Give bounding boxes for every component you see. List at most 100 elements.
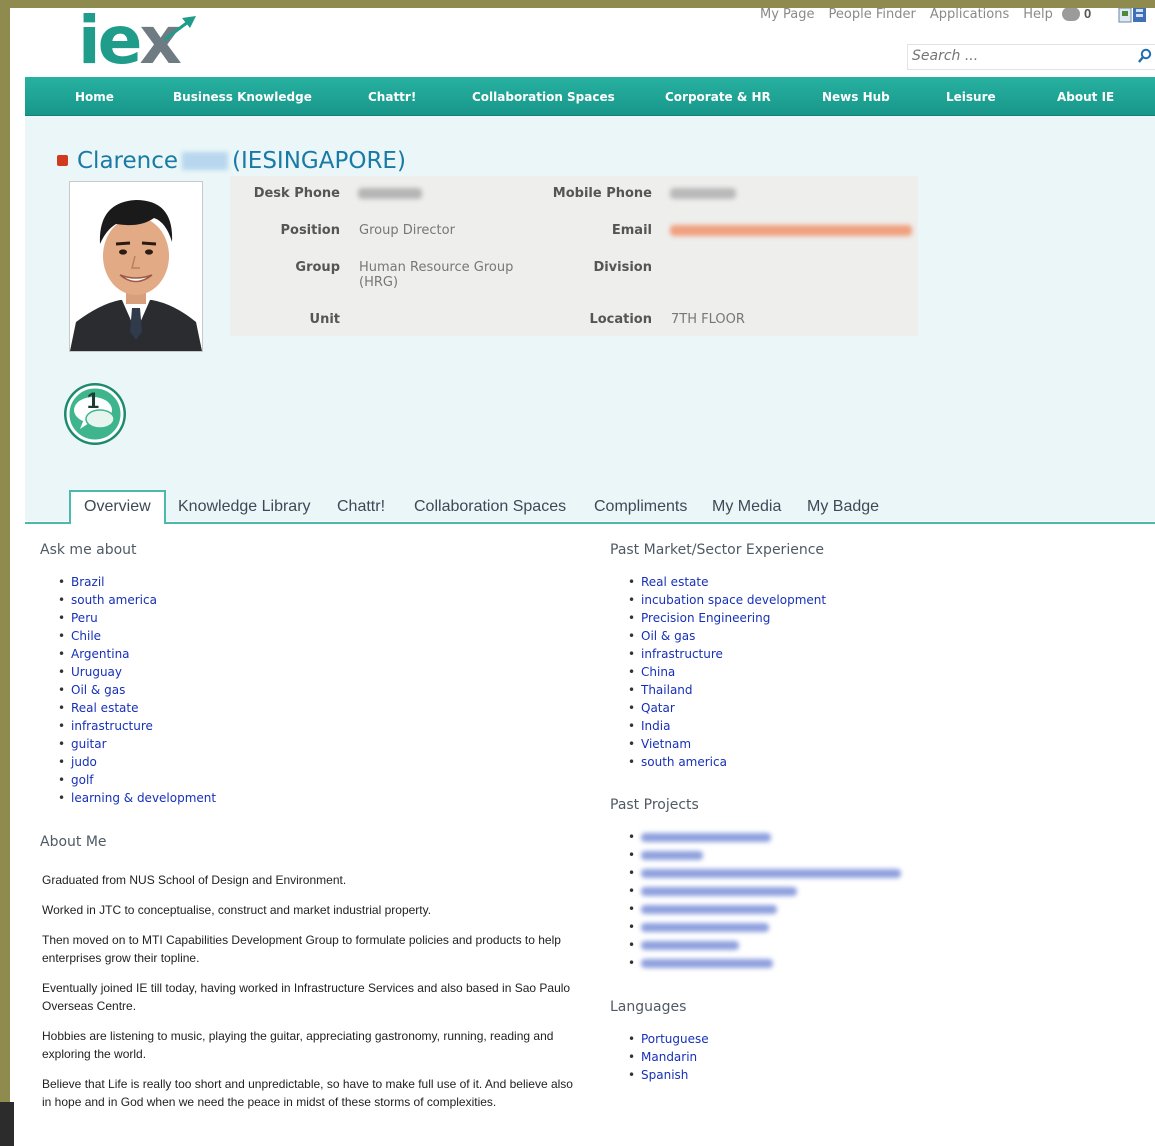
experience-item[interactable]: Precision Engineering xyxy=(628,609,826,627)
main-nav: Home Business Knowledge Chattr! Collabor… xyxy=(25,77,1155,116)
experience-item[interactable]: infrastructure xyxy=(628,645,826,663)
about-me-text: Graduated from NUS School of Design and … xyxy=(42,871,577,1123)
ask-item[interactable]: Uruguay xyxy=(58,663,216,681)
label-desk-phone: Desk Phone xyxy=(253,186,340,201)
message-count: 0 xyxy=(1084,8,1092,21)
project-item-redacted[interactable] xyxy=(628,828,901,846)
nav-collaboration-spaces[interactable]: Collaboration Spaces xyxy=(472,77,615,117)
util-my-page[interactable]: My Page xyxy=(760,8,815,22)
language-item[interactable]: Mandarin xyxy=(628,1048,709,1066)
past-projects-heading: Past Projects xyxy=(610,797,699,813)
redacted-email-link[interactable] xyxy=(670,225,912,236)
about-paragraph: Hobbies are listening to music, playing … xyxy=(42,1029,554,1061)
redacted-surname xyxy=(182,152,229,170)
label-email: Email xyxy=(611,223,652,238)
badge-chat-bubble[interactable]: 1 xyxy=(62,381,128,447)
search-box xyxy=(907,44,1155,70)
profile-name: Clarence (IESINGAPORE) xyxy=(57,148,406,174)
project-item-redacted[interactable] xyxy=(628,954,901,972)
about-paragraph: Believe that Life is really too short an… xyxy=(42,1077,573,1109)
project-item-redacted[interactable] xyxy=(628,864,901,882)
label-location: Location xyxy=(589,312,652,327)
search-input[interactable] xyxy=(908,45,1126,67)
language-item[interactable]: Spanish xyxy=(628,1066,709,1084)
about-paragraph: Eventually joined IE till today, having … xyxy=(42,981,571,1013)
project-item-redacted[interactable] xyxy=(628,900,901,918)
past-experience-list: Real estate incubation space development… xyxy=(628,573,826,771)
label-position: Position xyxy=(280,223,340,238)
util-people-finder[interactable]: People Finder xyxy=(829,8,916,22)
languages-list: Portuguese Mandarin Spanish xyxy=(628,1030,709,1084)
ask-item[interactable]: Oil & gas xyxy=(58,681,216,699)
tab-my-badge[interactable]: My Badge xyxy=(807,492,879,522)
messages-button[interactable]: 0 xyxy=(1062,8,1091,21)
utility-links: My Page People Finder Applications Help xyxy=(760,8,1053,22)
project-item-redacted[interactable] xyxy=(628,882,901,900)
tab-collaboration-spaces[interactable]: Collaboration Spaces xyxy=(414,492,566,522)
language-item[interactable]: Portuguese xyxy=(628,1030,709,1048)
nav-chattr[interactable]: Chattr! xyxy=(368,77,416,117)
logo-arrow-icon xyxy=(163,16,196,42)
ask-me-about-list: Brazil south america Peru Chile Argentin… xyxy=(58,573,216,807)
apps-icon[interactable] xyxy=(1118,8,1148,23)
label-group: Group xyxy=(295,260,340,275)
redacted-desk-phone xyxy=(358,188,422,199)
chat-bubble-icon xyxy=(1062,8,1080,21)
tab-overview[interactable]: Overview xyxy=(69,490,166,524)
ask-item[interactable]: Real estate xyxy=(58,699,216,717)
value-position: Group Director xyxy=(359,223,455,238)
project-item-redacted[interactable] xyxy=(628,936,901,954)
label-mobile-phone: Mobile Phone xyxy=(552,186,652,201)
nav-corporate-hr[interactable]: Corporate & HR xyxy=(665,77,771,117)
nav-home[interactable]: Home xyxy=(75,77,114,117)
tab-compliments[interactable]: Compliments xyxy=(594,492,687,522)
ask-item[interactable]: learning & development xyxy=(58,789,216,807)
ask-item[interactable]: judo xyxy=(58,753,216,771)
ask-item[interactable]: golf xyxy=(58,771,216,789)
ask-item[interactable]: Argentina xyxy=(58,645,216,663)
value-location: 7TH FLOOR xyxy=(671,312,745,327)
profile-photo-image xyxy=(70,182,202,351)
ask-item[interactable]: Peru xyxy=(58,609,216,627)
search-icon[interactable] xyxy=(1137,48,1153,64)
badge-count: 1 xyxy=(86,388,100,413)
past-projects-list xyxy=(628,828,901,972)
tab-knowledge-library[interactable]: Knowledge Library xyxy=(178,492,311,522)
ask-item[interactable]: guitar xyxy=(58,735,216,753)
experience-item[interactable]: China xyxy=(628,663,826,681)
experience-item[interactable]: incubation space development xyxy=(628,591,826,609)
nav-business-knowledge[interactable]: Business Knowledge xyxy=(173,77,312,117)
ask-me-about-heading: Ask me about xyxy=(40,542,137,558)
util-applications[interactable]: Applications xyxy=(930,8,1009,22)
experience-item[interactable]: Real estate xyxy=(628,573,826,591)
ask-item[interactable]: infrastructure xyxy=(58,717,216,735)
project-item-redacted[interactable] xyxy=(628,846,901,864)
about-paragraph: Worked in JTC to conceptualise, construc… xyxy=(42,903,432,917)
tab-chattr[interactable]: Chattr! xyxy=(337,492,385,522)
past-experience-heading: Past Market/Sector Experience xyxy=(610,542,824,558)
experience-item[interactable]: Vietnam xyxy=(628,735,826,753)
nav-leisure[interactable]: Leisure xyxy=(946,77,996,117)
ask-item[interactable]: south america xyxy=(58,591,216,609)
ask-item[interactable]: Brazil xyxy=(58,573,216,591)
value-group-line1: Human Resource Group xyxy=(359,260,514,275)
about-me-heading: About Me xyxy=(40,834,107,850)
experience-item[interactable]: Thailand xyxy=(628,681,826,699)
profile-tabs: Overview Knowledge Library Chattr! Colla… xyxy=(25,490,1155,524)
experience-item[interactable]: south america xyxy=(628,753,826,771)
experience-item[interactable]: Qatar xyxy=(628,699,826,717)
nav-about-ie[interactable]: About IE xyxy=(1057,77,1114,117)
screenshot: iex My Page People Finder Applications H… xyxy=(10,8,1155,1146)
profile-org: (IESINGAPORE) xyxy=(232,148,406,174)
contact-details: Desk Phone Position Group Director Group… xyxy=(230,176,918,336)
util-help[interactable]: Help xyxy=(1023,8,1053,22)
nav-news-hub[interactable]: News Hub xyxy=(822,77,890,117)
ask-item[interactable]: Chile xyxy=(58,627,216,645)
iex-logo[interactable]: iex xyxy=(78,8,208,82)
tab-my-media[interactable]: My Media xyxy=(712,492,781,522)
project-item-redacted[interactable] xyxy=(628,918,901,936)
experience-item[interactable]: Oil & gas xyxy=(628,627,826,645)
experience-item[interactable]: India xyxy=(628,717,826,735)
languages-heading: Languages xyxy=(610,999,687,1015)
label-division: Division xyxy=(593,260,652,275)
